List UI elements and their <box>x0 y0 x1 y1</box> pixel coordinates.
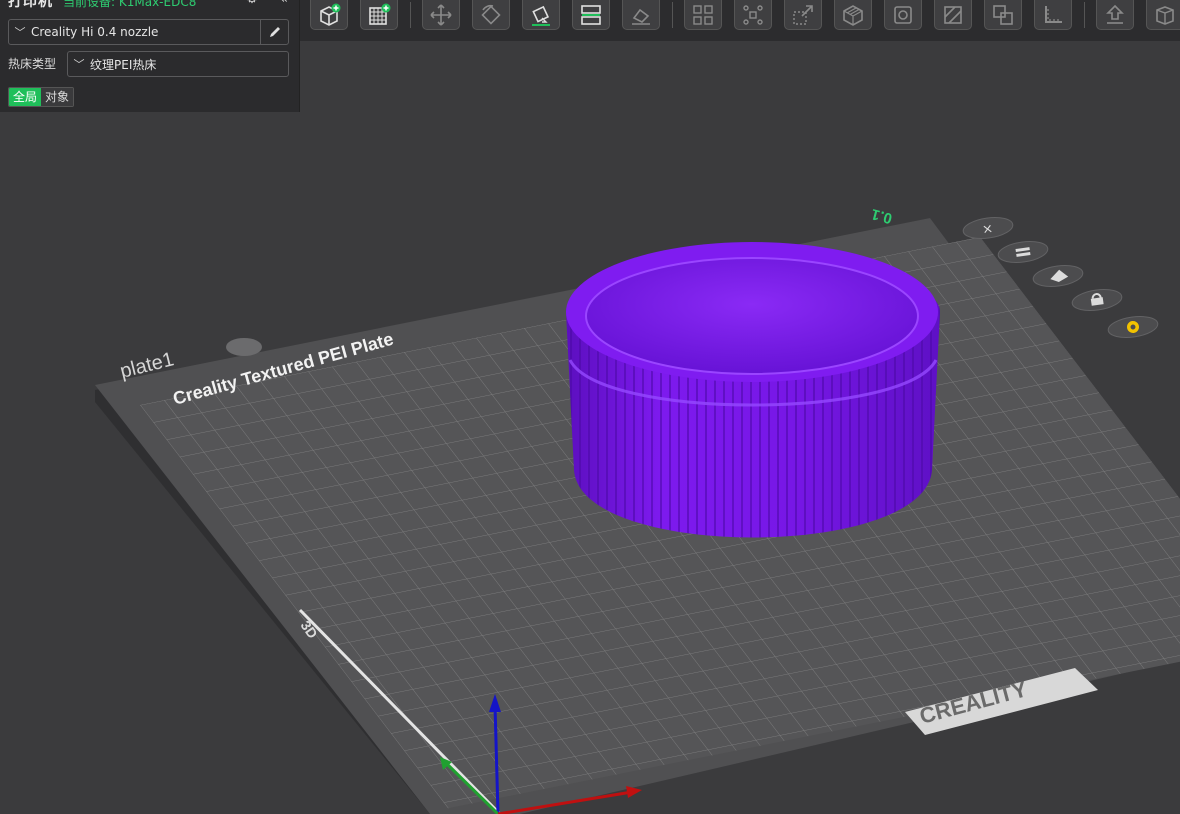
orient-plate-icon[interactable] <box>1032 263 1084 290</box>
collapse-panel-icon[interactable]: « <box>276 0 292 8</box>
seam-paint-icon[interactable] <box>934 0 972 30</box>
plate-settings-icon[interactable] <box>1107 314 1159 341</box>
svg-text:×: × <box>981 221 994 237</box>
printer-panel: 打印机 当前设备: K1Max-EDC8 ⚙ « ﹀ Creality Hi 0… <box>0 0 300 112</box>
chevron-down-icon: ﹀ <box>14 26 26 39</box>
add-plate-icon[interactable] <box>360 0 398 30</box>
bed-type-select[interactable]: ﹀ 纹理PEI热床 <box>67 51 289 77</box>
measure-icon[interactable] <box>984 0 1022 30</box>
add-object-icon[interactable] <box>310 0 348 30</box>
lock-plate-icon[interactable] <box>1071 287 1123 314</box>
lay-on-face-icon[interactable] <box>622 0 660 30</box>
bed-type-value: 纹理PEI热床 <box>90 57 157 72</box>
scale-icon[interactable] <box>784 0 822 30</box>
bed-type-label: 热床类型 <box>8 57 57 71</box>
support-paint-icon[interactable] <box>884 0 922 30</box>
toolbar-separator <box>672 2 673 28</box>
scope-global-button[interactable]: 全局 <box>9 88 42 106</box>
printer-panel-header: 打印机 当前设备: K1Max-EDC8 ⚙ « <box>8 0 292 10</box>
pencil-icon <box>269 27 280 37</box>
emboss-icon[interactable] <box>1096 0 1134 30</box>
bowl-model[interactable] <box>566 242 940 538</box>
main-toolbar <box>300 0 1180 41</box>
close-plate-icon[interactable]: × <box>962 215 1014 242</box>
mesh-boolean-icon[interactable] <box>834 0 872 30</box>
arrange-plate-icon[interactable] <box>997 239 1049 266</box>
printer-settings-gear-icon[interactable]: ⚙ <box>244 0 260 8</box>
slicer-app: CREALITY Creality Textured PEI Plate pla… <box>0 0 1180 814</box>
rotate-icon[interactable] <box>472 0 510 30</box>
multi-object-icon[interactable] <box>684 0 722 30</box>
plate-edit-icon[interactable] <box>226 338 262 356</box>
printer-name: Creality Hi 0.4 nozzle <box>31 25 159 39</box>
auto-orient-icon[interactable] <box>422 0 460 30</box>
3d-viewport[interactable]: CREALITY Creality Textured PEI Plate pla… <box>0 0 1180 814</box>
plate-index-badge: 0.1 <box>869 205 894 227</box>
scope-object-button[interactable]: 对象 <box>41 88 74 106</box>
cut-icon[interactable] <box>734 0 772 30</box>
assembly-icon[interactable] <box>1034 0 1072 30</box>
view-cube-icon[interactable] <box>1146 0 1180 30</box>
panel-title: 打印机 <box>8 0 53 10</box>
current-device-label: 当前设备: K1Max-EDC8 <box>63 0 197 9</box>
toolbar-separator <box>1084 2 1085 28</box>
toolbar-separator <box>410 2 411 28</box>
split-plate-icon[interactable] <box>572 0 610 30</box>
edit-printer-button[interactable] <box>260 20 288 44</box>
arrange-icon[interactable] <box>522 0 560 30</box>
printer-select[interactable]: ﹀ Creality Hi 0.4 nozzle <box>8 19 289 45</box>
scope-toggle: 全局 对象 <box>8 87 75 107</box>
chevron-down-icon: ﹀ <box>73 58 85 71</box>
